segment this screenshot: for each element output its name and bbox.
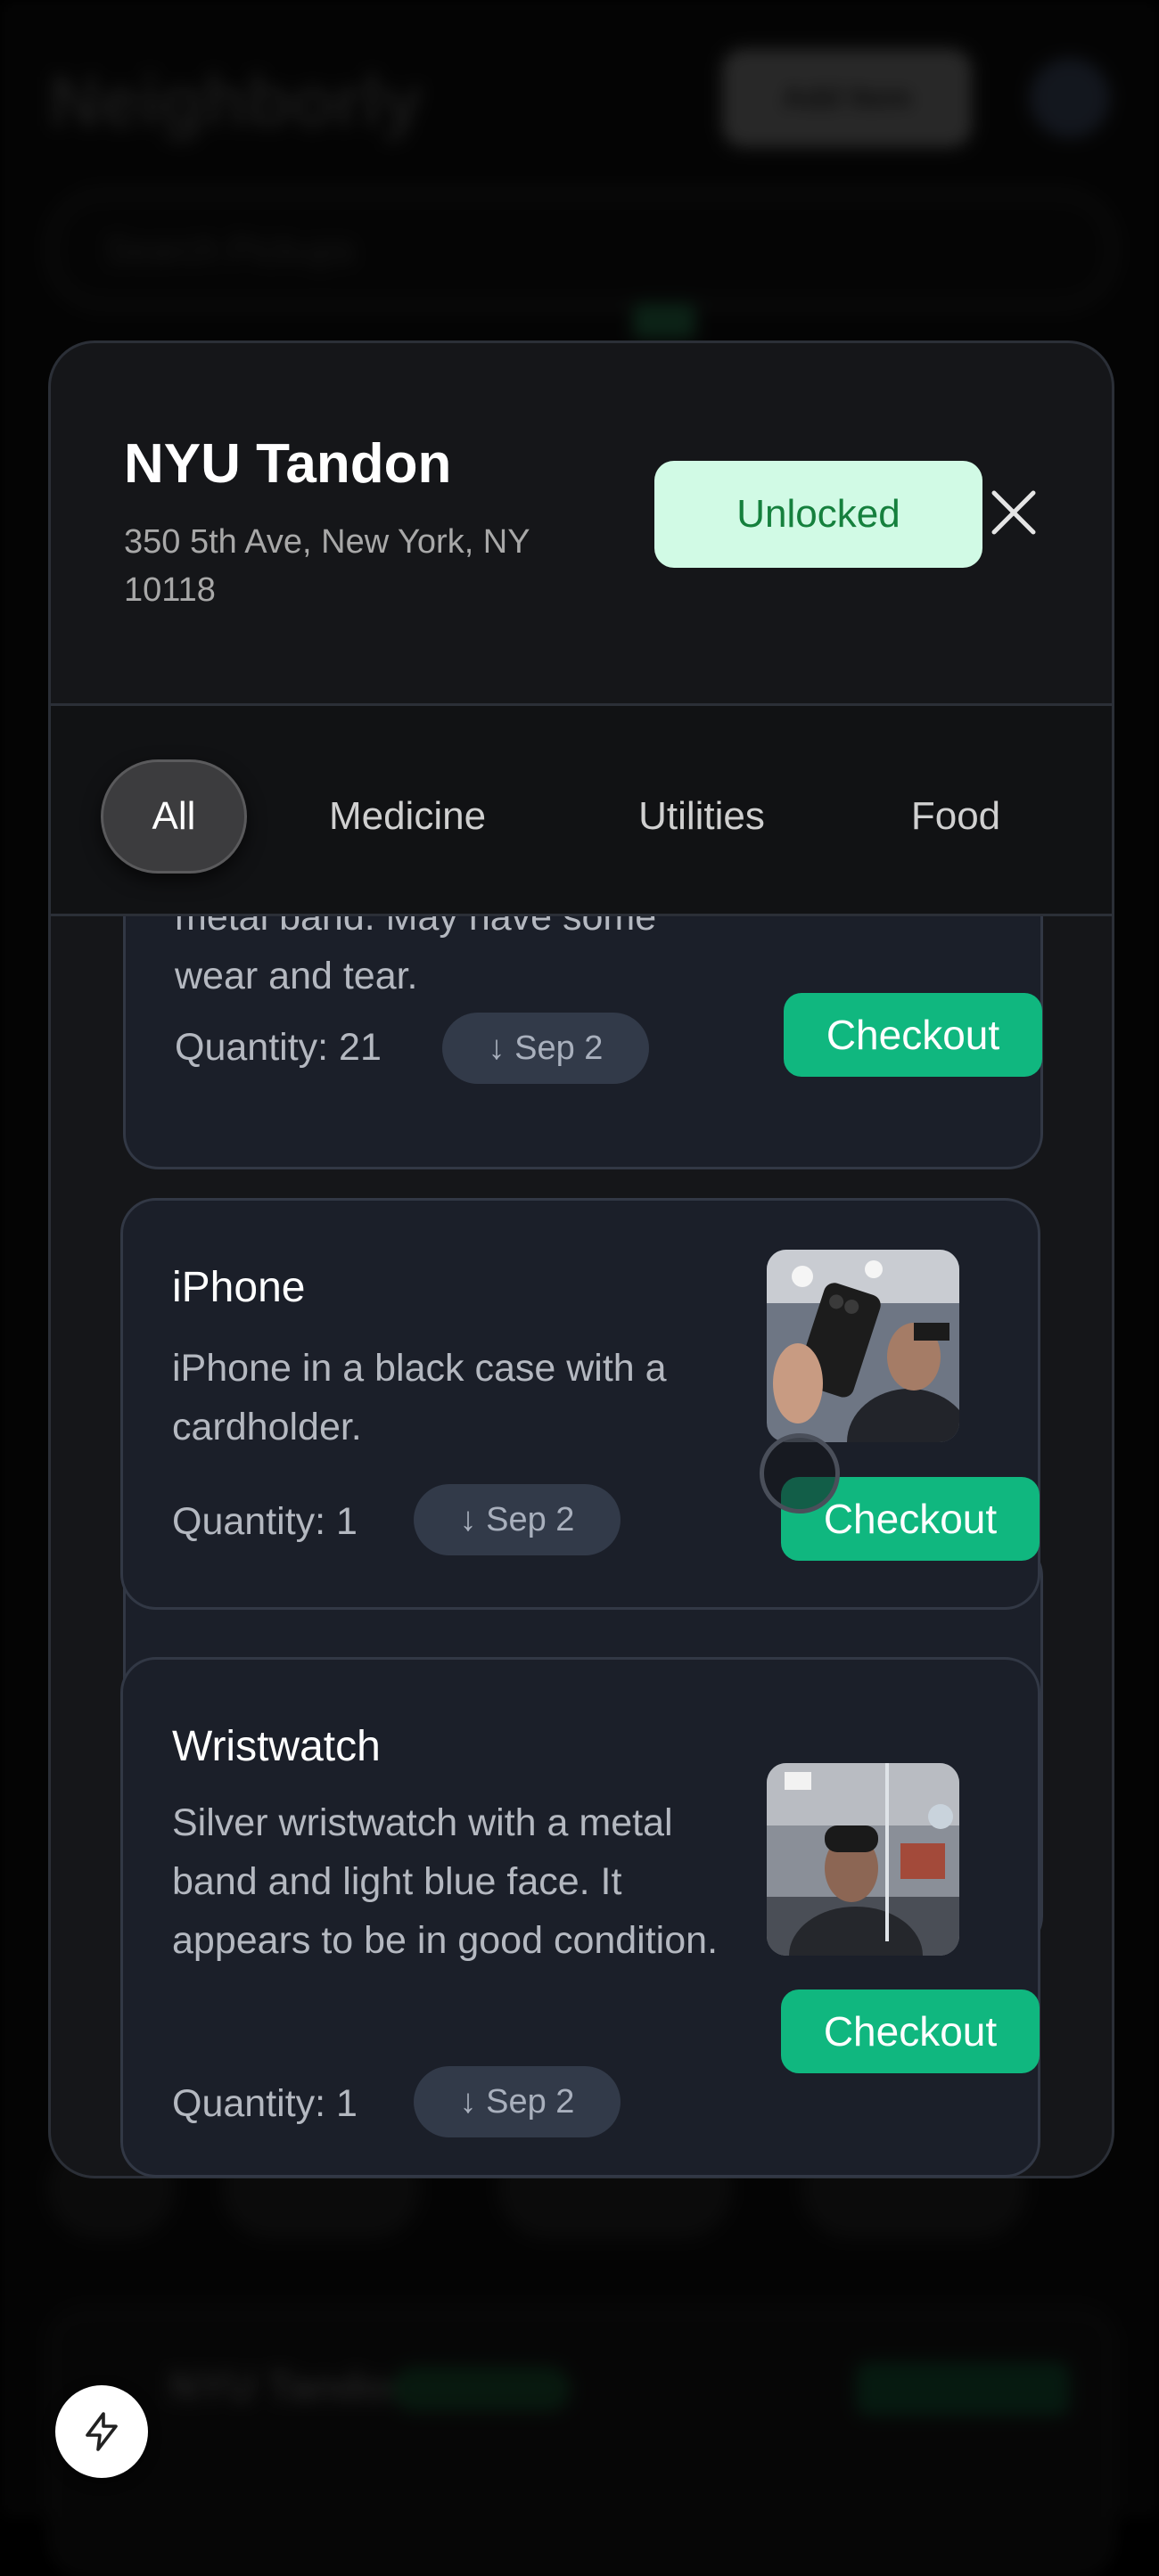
bg-card-tag: [392, 2367, 571, 2411]
tab-all[interactable]: All: [101, 759, 247, 874]
checkout-button[interactable]: Checkout: [784, 993, 1042, 1077]
tab-food[interactable]: Food: [853, 759, 1058, 874]
item-thumbnail: [767, 1250, 959, 1442]
item-quantity: Quantity: 1: [172, 2082, 358, 2126]
item-description: iPhone in a black case with a cardholder…: [172, 1339, 743, 1456]
item-description: Silver wristwatch with a metal band and …: [172, 1793, 743, 1970]
category-tabs: All Medicine Utilities Food: [51, 706, 1112, 916]
search-input: Search Pickups: [49, 192, 1114, 308]
item-quantity: Quantity: 21: [175, 1026, 382, 1070]
quick-action-button[interactable]: [55, 2385, 148, 2478]
close-icon: [989, 488, 1039, 537]
modal-header: NYU Tandon 350 5th Ave, New York, NY 101…: [51, 343, 1112, 703]
touch-indicator: [760, 1433, 840, 1514]
location-address: 350 5th Ave, New York, NY 10118: [124, 518, 623, 614]
date-badge: ↓ Sep 2: [414, 2066, 621, 2137]
item-card-wristwatch: Wristwatch Silver wristwatch with a meta…: [120, 1657, 1040, 2178]
bg-card-button: [856, 2362, 1070, 2416]
add-item-button: Add Item: [722, 49, 972, 147]
checkout-button[interactable]: Checkout: [781, 1989, 1040, 2073]
item-quantity: Quantity: 1: [172, 1500, 358, 1544]
lightning-icon: [80, 2410, 123, 2453]
item-description: metal band. May have some wear and tear.: [175, 916, 745, 1005]
item-title: Wristwatch: [172, 1722, 381, 1771]
date-badge: ↓ Sep 2: [414, 1484, 621, 1555]
bg-location-card: [49, 2309, 1114, 2576]
location-title: NYU Tandon: [124, 432, 451, 496]
avatar: [1030, 58, 1110, 138]
bg-card-title: NYU Tandon: [169, 2362, 413, 2410]
tab-utilities[interactable]: Utilities: [568, 759, 835, 874]
close-button[interactable]: [978, 477, 1049, 548]
item-thumbnail: [767, 1763, 959, 1956]
item-title: iPhone: [172, 1263, 305, 1312]
unlocked-status-button[interactable]: Unlocked: [654, 461, 982, 568]
date-badge: ↓ Sep 2: [442, 1013, 649, 1084]
modal-bottom-edge: [48, 2178, 1114, 2214]
item-card: metal band. May have some wear and tear.…: [123, 916, 1043, 1169]
item-card-iphone: iPhone iPhone in a black case with a car…: [120, 1198, 1040, 1610]
tab-medicine[interactable]: Medicine: [274, 759, 541, 874]
map-marker: [633, 303, 695, 339]
brand-logo: Neighborly: [49, 61, 422, 143]
